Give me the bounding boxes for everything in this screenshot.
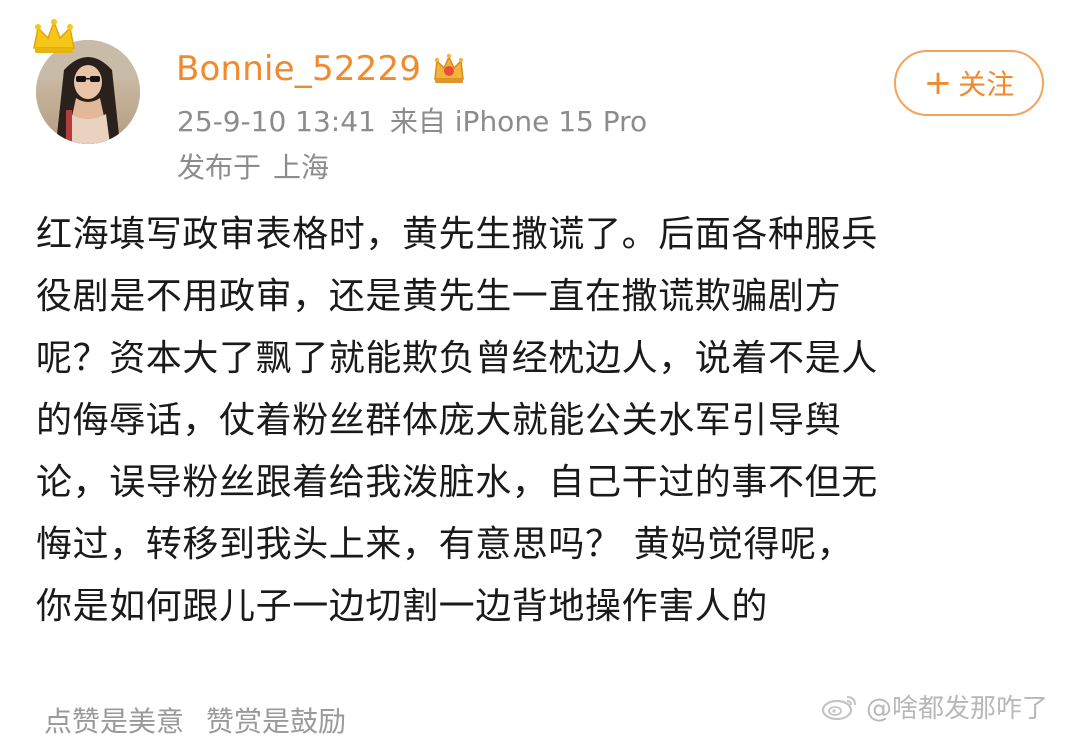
plus-icon: + — [923, 63, 953, 103]
location-name: 上海 — [273, 151, 330, 184]
post-meta: 25-9-10 13:41 来自 iPhone 15 Pro — [177, 100, 647, 140]
follow-button-label: 关注 — [958, 68, 1015, 101]
post-content-line: 的侮辱话，仗着粉丝群体庞大就能公关水军引导舆 — [36, 400, 842, 441]
avatar-container[interactable] — [30, 18, 142, 146]
post-content-line: 红海填写政审表格时，黄先生撒谎了。后面各种服兵 — [36, 214, 878, 255]
post-content-line: 呢？资本大了飘了就能欺负曾经枕边人，说着不是人 — [36, 338, 878, 379]
watermark: @啥都发那咋了 — [820, 686, 1048, 726]
follow-button[interactable]: + 关注 — [894, 50, 1044, 116]
vip-crown-badge-icon[interactable] — [431, 51, 467, 87]
crown-icon — [33, 19, 75, 53]
post-content: 红海填写政审表格时，黄先生撒谎了。后面各种服兵 役剧是不用政审，还是黄先生一直在… — [36, 204, 1046, 638]
post-footer-hint: 点赞是美意 赞赏是鼓励 — [44, 700, 346, 740]
reward-hint: 赞赏是鼓励 — [206, 705, 347, 738]
post-source: 来自 iPhone 15 Pro — [389, 105, 648, 138]
location-prefix: 发布于 — [177, 151, 262, 184]
username-row: Bonnie_52229 — [176, 46, 467, 92]
post-header: Bonnie_52229 25-9-10 13:41 来自 iPhone 15 P… — [0, 0, 1080, 190]
post-content-line: 悔过，转移到我头上来，有意思吗？ 黄妈觉得呢， — [36, 524, 854, 565]
watermark-text: @啥都发那咋了 — [866, 693, 1049, 724]
post-content-line: 役剧是不用政审，还是黄先生一直在撒谎欺骗剧方 — [36, 276, 842, 317]
post-content-line: 你是如何跟儿子一边切割一边背地操作害人的 — [36, 586, 769, 627]
like-hint: 点赞是美意 — [44, 705, 185, 738]
weibo-logo-icon — [821, 696, 856, 721]
post-location: 发布于 上海 — [177, 146, 329, 186]
post-timestamp: 25-9-10 13:41 — [177, 105, 376, 138]
post-content-line: 论，误导粉丝跟着给我泼脏水，自己干过的事不但无 — [36, 462, 878, 503]
username[interactable]: Bonnie_52229 — [176, 49, 421, 89]
